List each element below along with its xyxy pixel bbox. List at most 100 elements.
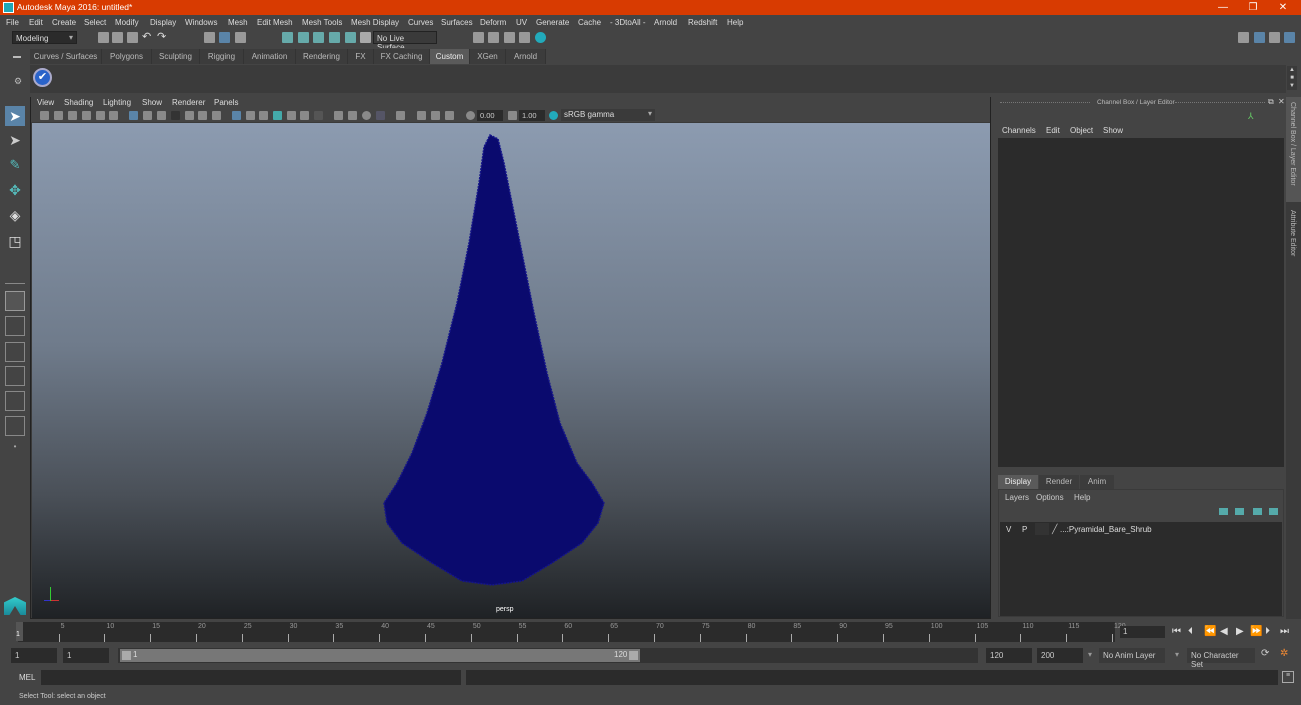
script-editor-icon[interactable]: ≡ <box>1282 671 1294 683</box>
make-live-icon[interactable] <box>360 32 371 43</box>
viewport-menu-renderer[interactable]: Renderer <box>172 98 205 107</box>
command-input[interactable] <box>41 670 461 685</box>
channel-box-toggle-icon[interactable] <box>1284 32 1295 43</box>
animation-preferences-icon[interactable]: ✲ <box>1280 648 1288 659</box>
menu-uv[interactable]: UV <box>516 18 527 27</box>
menu-help[interactable]: Help <box>727 18 743 27</box>
shelf-tab-rigging[interactable]: Rigging <box>200 49 244 64</box>
isolate-select-icon[interactable] <box>396 111 405 120</box>
wireframe-icon[interactable] <box>232 111 241 120</box>
mode-dropdown[interactable]: Modeling ▾ <box>12 31 77 44</box>
menu-mesh-display[interactable]: Mesh Display <box>351 18 399 27</box>
layer-menu-help[interactable]: Help <box>1074 493 1090 502</box>
menu-edit-mesh[interactable]: Edit Mesh <box>257 18 293 27</box>
go-to-start-icon[interactable]: ⏮ <box>1172 626 1181 637</box>
play-backwards-icon[interactable]: ◀ <box>1220 626 1228 637</box>
new-empty-layer-icon[interactable] <box>1253 508 1262 515</box>
menu-windows[interactable]: Windows <box>185 18 217 27</box>
shelf-tab-curves-surfaces[interactable]: Curves / Surfaces <box>30 49 102 64</box>
textured-icon[interactable] <box>287 111 296 120</box>
go-to-end-icon[interactable]: ⏭ <box>1280 626 1289 637</box>
snap-point-icon[interactable] <box>313 32 324 43</box>
ipr-render-icon[interactable] <box>504 32 515 43</box>
menu-display[interactable]: Display <box>150 18 176 27</box>
menu-modify[interactable]: Modify <box>115 18 139 27</box>
gamma-icon[interactable] <box>508 111 517 120</box>
hypershade-icon[interactable] <box>535 32 546 43</box>
safe-title-icon[interactable] <box>212 111 221 120</box>
checkmark-shelf-button-icon[interactable]: ✔ <box>33 68 52 87</box>
3d-viewport[interactable]: persp <box>32 123 990 618</box>
menu-arnold[interactable]: Arnold <box>654 18 677 27</box>
bookmark-icon[interactable] <box>68 111 77 120</box>
select-object-icon[interactable] <box>219 32 230 43</box>
depth-of-field-icon[interactable] <box>376 111 385 120</box>
new-layer-selected-icon[interactable] <box>1269 508 1278 515</box>
range-end-grip[interactable] <box>629 651 638 660</box>
step-forward-frame-icon[interactable]: ⏵ <box>1265 626 1270 637</box>
current-frame-field[interactable]: 1 <box>1120 626 1165 638</box>
xray-joints-icon[interactable] <box>445 111 454 120</box>
motion-blur-icon[interactable] <box>348 111 357 120</box>
layer-color-swatch-icon[interactable]: ╱ <box>1052 524 1057 535</box>
shelf-tab-sculpting[interactable]: Sculpting <box>152 49 200 64</box>
live-surface-field[interactable]: No Live Surface <box>373 31 437 52</box>
four-view-layout-icon[interactable] <box>5 316 25 336</box>
step-forward-key-icon[interactable]: ⏩ <box>1250 626 1262 637</box>
more-layouts-icon[interactable]: • <box>5 442 25 462</box>
attribute-editor-toggle-icon[interactable] <box>1254 32 1265 43</box>
2d-pan-zoom-icon[interactable] <box>96 111 105 120</box>
viewport-menu-panels[interactable]: Panels <box>214 98 238 107</box>
default-material-icon[interactable] <box>259 111 268 120</box>
close-panel-icon[interactable]: ✕ <box>1278 97 1285 106</box>
layer-playback-toggle[interactable]: P <box>1022 525 1027 534</box>
character-set-dropdown[interactable]: No Character Set <box>1187 648 1255 669</box>
render-view-icon[interactable] <box>473 32 484 43</box>
animation-end-field[interactable]: 200 <box>1037 648 1083 663</box>
time-ruler[interactable]: 5 10 15 20 25 30 35 40 45 50 55 60 65 70 75 80 85 90 95 100… <box>18 622 1126 642</box>
shelf-tab-animation[interactable]: Animation <box>244 49 296 64</box>
menu-redshift[interactable]: Redshift <box>688 18 717 27</box>
layer-name[interactable]: ...:Pyramidal_Bare_Shrub <box>1060 525 1152 534</box>
gate-mask-icon[interactable] <box>171 111 180 120</box>
menu-curves[interactable]: Curves <box>408 18 433 27</box>
viewport-menu-view[interactable]: View <box>37 98 54 107</box>
shelf-tab-fx[interactable]: FX <box>348 49 374 64</box>
shadows-icon[interactable] <box>314 111 323 120</box>
side-tab-attribute-editor[interactable]: Attribute Editor <box>1286 205 1301 270</box>
safe-action-icon[interactable] <box>198 111 207 120</box>
persp-outliner-layout-icon[interactable] <box>5 391 25 411</box>
wireframe-on-shaded-icon[interactable] <box>273 111 282 120</box>
move-layer-up-icon[interactable] <box>1219 508 1228 515</box>
animation-start-field[interactable]: 1 <box>11 648 57 663</box>
menu-generate[interactable]: Generate <box>536 18 569 27</box>
menu-edit[interactable]: Edit <box>29 18 43 27</box>
chevron-down-icon[interactable]: ▾ <box>1088 650 1092 659</box>
playback-end-field[interactable]: 120 <box>986 648 1032 663</box>
smooth-shade-icon[interactable] <box>246 111 255 120</box>
use-all-lights-icon[interactable] <box>300 111 309 120</box>
undo-icon[interactable]: ↶ <box>142 32 153 43</box>
playback-start-field[interactable]: 1 <box>63 648 109 663</box>
snap-projected-icon[interactable] <box>329 32 340 43</box>
layer-visibility-toggle[interactable]: V <box>1006 525 1011 534</box>
menu-file[interactable]: File <box>6 18 19 27</box>
menu-surfaces[interactable]: Surfaces <box>441 18 473 27</box>
step-back-frame-icon[interactable]: ⏴ <box>1188 626 1193 637</box>
persp-graph-layout-icon[interactable] <box>5 366 25 386</box>
menu-cache[interactable]: Cache <box>578 18 601 27</box>
menu-select[interactable]: Select <box>84 18 106 27</box>
viewport-menu-lighting[interactable]: Lighting <box>103 98 131 107</box>
single-perspective-layout-icon[interactable] <box>5 291 25 311</box>
shelf-tab-polygons[interactable]: Polygons <box>102 49 152 64</box>
auto-key-icon[interactable]: ⟳ <box>1261 648 1269 659</box>
float-panel-icon[interactable]: ⧉ <box>1268 97 1274 107</box>
menu-mesh-tools[interactable]: Mesh Tools <box>302 18 342 27</box>
shelf-tab-custom[interactable]: Custom <box>430 49 470 64</box>
screen-space-ao-icon[interactable] <box>334 111 343 120</box>
viewport-menu-shading[interactable]: Shading <box>64 98 93 107</box>
image-plane-icon[interactable] <box>82 111 91 120</box>
scale-tool-icon[interactable]: ◳ <box>5 233 25 253</box>
resolution-gate-icon[interactable] <box>157 111 166 120</box>
close-button[interactable]: ✕ <box>1268 1 1298 14</box>
